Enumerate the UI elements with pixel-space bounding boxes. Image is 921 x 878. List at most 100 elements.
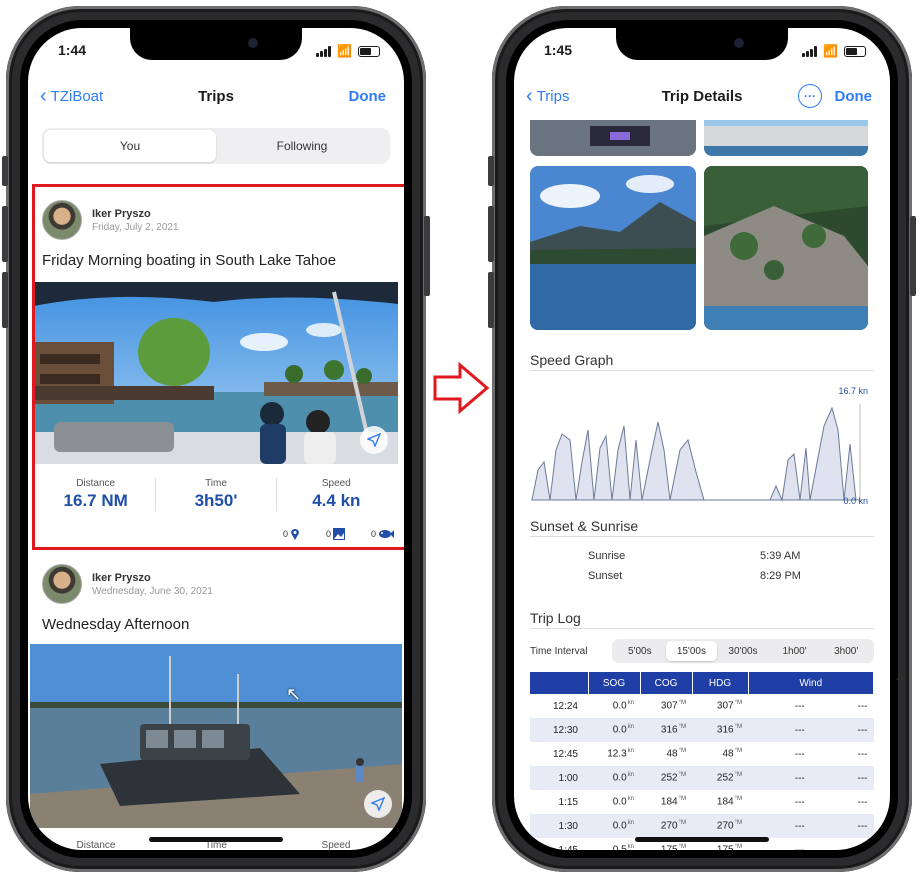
cell-cog: 48°M: [666, 748, 686, 760]
cell-cog: 252°M: [640, 766, 692, 790]
trip-log-table: SOG COG HDG Wind 12:24 0.0kn 307°M 307°M ---…: [530, 672, 874, 850]
navigation-bar: ‹ Trips Trip Details ··· Done: [514, 80, 890, 116]
cell-cog: 316°M: [640, 718, 692, 742]
cell-hdg: 307°M: [716, 700, 742, 712]
navigation-bar: ‹ TZiBoat Trips Done: [28, 80, 404, 116]
trip-photo[interactable]: ↖: [30, 644, 402, 828]
column-hdg: HDG: [692, 672, 749, 694]
trip-log-title: Trip Log: [530, 610, 581, 626]
speed-max-label: 16.7 kn: [838, 386, 868, 396]
interval-30min[interactable]: 30'00s: [717, 641, 769, 661]
left-phone-frame: 1:44 📶 ‹ TZiBoat Trips Done You Followin…: [2, 6, 430, 872]
stat-distance: Distance: [76, 840, 116, 850]
cell-sog: 0.0kn: [588, 814, 640, 838]
home-indicator: [635, 837, 769, 842]
cell-time: 1:30: [530, 814, 588, 838]
battery-icon: [358, 45, 380, 57]
interval-1h[interactable]: 1h00': [769, 641, 821, 661]
interval-15min[interactable]: 15'00s: [665, 641, 718, 661]
trip-photo[interactable]: [704, 166, 868, 330]
divider: [530, 370, 874, 371]
speed-graph: 16.7 kn 0.0 kn: [530, 386, 874, 508]
cell-wind: ---: [857, 796, 868, 808]
trip-title: Wednesday Afternoon: [42, 616, 190, 633]
time-interval-row: Time Interval 5'00s 15'00s 30'00s 1h00' …: [530, 638, 874, 664]
cell-wind: ---: [794, 748, 805, 760]
more-options-icon[interactable]: ···: [798, 84, 822, 108]
cell-wind: ---: [857, 748, 868, 760]
notch: [130, 28, 302, 60]
cell-wind: ---: [810, 814, 874, 838]
interval-5min[interactable]: 5'00s: [614, 641, 666, 661]
wifi-icon: 📶: [337, 44, 352, 58]
cell-hdg: 184°M: [716, 796, 742, 808]
segment-you[interactable]: You: [44, 130, 216, 162]
cell-time: 1:00: [530, 766, 588, 790]
cell-wind: ---: [794, 700, 805, 712]
cell-hdg: 270°M: [692, 814, 748, 838]
column-wind: Wind: [748, 672, 874, 694]
trip-photo[interactable]: [530, 166, 696, 330]
user-name: Iker Pryszo: [92, 571, 151, 584]
sunset-sunrise-title: Sunset & Sunrise: [530, 518, 639, 534]
resize-cursor-icon: ↔: [894, 670, 906, 684]
cell-sog: 0.0kn: [588, 718, 640, 742]
cell-sog: 0.0kn: [612, 700, 634, 712]
column-sog: SOG: [588, 672, 641, 694]
highlight-box: [32, 184, 404, 550]
table-row: 1:00 0.0kn 252°M 252°M --- ---: [530, 766, 874, 790]
speed-graph-title: Speed Graph: [530, 352, 614, 368]
table-row: 1:30 0.0kn 270°M 270°M --- ---: [530, 814, 874, 838]
stat-speed: Speed: [321, 840, 351, 850]
cell-wind: ---: [748, 718, 811, 742]
comparison-stage: 1:44 📶 ‹ TZiBoat Trips Done You Followin…: [0, 0, 921, 878]
cell-wind: ---: [857, 844, 868, 851]
battery-icon: [844, 45, 866, 57]
cellular-signal-icon: [316, 45, 332, 57]
cell-time: 1:45: [558, 844, 578, 851]
cell-hdg: 316°M: [692, 718, 748, 742]
cell-cog: 184°M: [660, 796, 686, 808]
cellular-signal-icon: [802, 45, 818, 57]
table-row: 12:45 12.3kn 48°M 48°M --- ---: [530, 742, 874, 766]
divider: [530, 536, 874, 537]
cell-time: 12:30: [530, 718, 588, 742]
right-phone-frame: 1:45 📶 ‹ Trips Trip Details ··· Done Spe…: [488, 6, 916, 872]
cell-sog: 0.0kn: [588, 766, 640, 790]
done-button[interactable]: Done: [835, 88, 873, 105]
cell-time: 12:24: [552, 700, 578, 712]
cell-time: 1:15: [558, 796, 578, 808]
cell-wind: ---: [810, 718, 874, 742]
cell-cog: 307°M: [660, 700, 686, 712]
cell-sog: 0.0kn: [612, 796, 634, 808]
trip-date: Wednesday, June 30, 2021: [92, 585, 213, 597]
trips-segmented-control: You Following: [42, 128, 390, 164]
time-interval-label: Time Interval: [530, 645, 588, 657]
wifi-icon: 📶: [823, 44, 838, 58]
cell-wind: ---: [857, 700, 868, 712]
mouse-cursor-icon: ↖: [286, 684, 302, 704]
table-header-row: SOG COG HDG Wind: [530, 672, 874, 694]
notch: [616, 28, 788, 60]
status-time: 1:44: [58, 42, 87, 58]
interval-3h[interactable]: 3h00': [820, 641, 872, 661]
column-cog: COG: [640, 672, 693, 694]
cell-cog: 270°M: [640, 814, 692, 838]
table-row: 1:15 0.0kn 184°M 184°M --- ---: [530, 790, 874, 814]
speed-graph-chart: [531, 404, 861, 502]
avatar: [42, 564, 82, 604]
cell-time: 12:45: [552, 748, 578, 760]
table-row: 12:30 0.0kn 316°M 316°M --- ---: [530, 718, 874, 742]
trip-photo[interactable]: [530, 120, 696, 156]
divider: [530, 628, 874, 629]
cell-wind: ---: [810, 766, 874, 790]
trip-photo[interactable]: [704, 120, 868, 156]
segment-following[interactable]: Following: [216, 130, 388, 162]
time-interval-segmented-control: 5'00s 15'00s 30'00s 1h00' 3h00': [612, 639, 874, 663]
trip-log-body: 12:24 0.0kn 307°M 307°M --- --- 12:30 0.0kn 316°…: [530, 694, 874, 850]
speed-min-label: 0.0 kn: [843, 496, 868, 506]
done-button[interactable]: Done: [349, 88, 387, 105]
navigate-icon[interactable]: [364, 790, 392, 818]
cell-sog: 0.5kn: [613, 844, 634, 850]
home-indicator: [149, 837, 283, 842]
